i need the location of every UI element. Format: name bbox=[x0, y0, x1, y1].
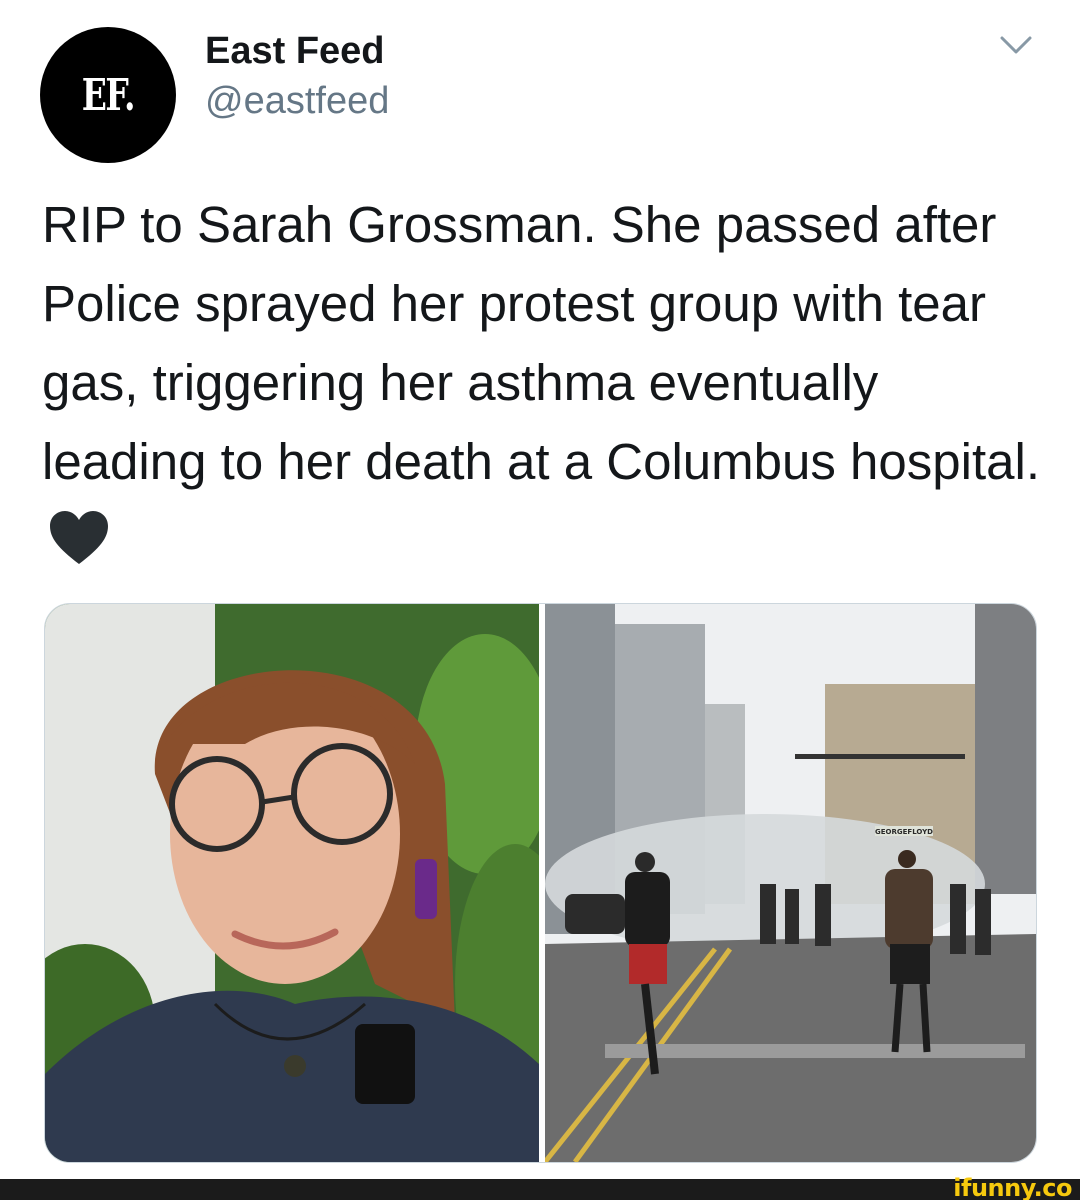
tweet-body: RIP to Sarah Grossman. She passed after … bbox=[42, 196, 1040, 490]
footer-bar bbox=[0, 1179, 1080, 1200]
media-grid[interactable]: GEORGEFLOYD bbox=[44, 603, 1037, 1163]
portrait-illustration bbox=[45, 604, 539, 1162]
user-handle[interactable]: @eastfeed bbox=[205, 80, 389, 123]
tweet-screenshot: EF. East Feed @eastfeed RIP to Sarah Gro… bbox=[0, 0, 1080, 1200]
avatar-logo-text: EF. bbox=[81, 69, 136, 121]
street-illustration: GEORGEFLOYD bbox=[545, 604, 1036, 1162]
protest-street-photo[interactable]: GEORGEFLOYD bbox=[545, 604, 1036, 1162]
chevron-down-icon[interactable] bbox=[998, 30, 1034, 60]
watermark: ifunny.co bbox=[953, 1174, 1072, 1200]
black-heart-icon bbox=[50, 511, 108, 564]
tweet-text: RIP to Sarah Grossman. She passed after … bbox=[42, 185, 1042, 580]
display-name[interactable]: East Feed bbox=[205, 30, 385, 73]
street-sign: GEORGEFLOYD bbox=[875, 828, 933, 836]
portrait-photo[interactable] bbox=[45, 604, 539, 1162]
avatar[interactable]: EF. bbox=[40, 27, 176, 163]
